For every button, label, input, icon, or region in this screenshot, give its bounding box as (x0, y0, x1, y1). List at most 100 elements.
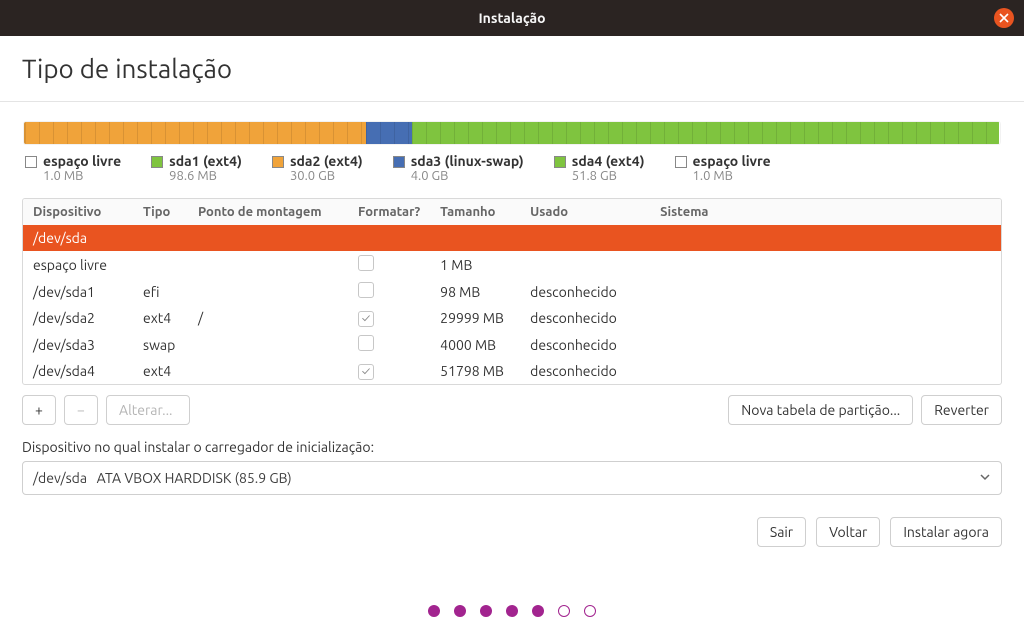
partition-bar (23, 121, 1001, 145)
legend-size: 4.0 GB (411, 169, 524, 183)
legend-item: espaço livre1.0 MB (675, 153, 771, 183)
legend-item: sda3 (linux-swap)4.0 GB (393, 153, 524, 183)
col-system[interactable]: Sistema (650, 199, 1001, 225)
legend-name: sda2 (ext4) (290, 153, 363, 169)
progress-dot (454, 605, 466, 617)
bootloader-select-value: /dev/sda ATA VBOX HARDDISK (85.9 GB) (33, 470, 292, 486)
legend-size: 98.6 MB (169, 169, 242, 183)
progress-dot (480, 605, 492, 617)
cell-used: desconhecido (520, 305, 650, 331)
cell-device: espaço livre (23, 251, 133, 278)
cell-system (650, 358, 1001, 384)
chevron-down-icon (979, 470, 991, 486)
cell-type: ext4 (133, 305, 188, 331)
legend-name: sda4 (ext4) (572, 153, 645, 169)
add-partition-button[interactable]: + (22, 395, 56, 425)
cell-system (650, 331, 1001, 358)
legend-swatch (393, 156, 405, 168)
bootloader-label: Dispositivo no qual instalar o carregado… (22, 439, 1002, 455)
cell-size: 98 MB (430, 278, 520, 305)
cell-format (348, 331, 430, 358)
legend-item: sda4 (ext4)51.8 GB (554, 153, 645, 183)
format-checkbox[interactable] (358, 282, 374, 298)
install-now-button[interactable]: Instalar agora (890, 517, 1002, 547)
change-partition-button[interactable]: Alterar... (106, 395, 190, 425)
legend-size: 51.8 GB (572, 169, 645, 183)
cell-used: desconhecido (520, 358, 650, 384)
legend-name: sda3 (linux-swap) (411, 153, 524, 169)
partition-legend: espaço livre1.0 MB sda1 (ext4)98.6 MB sda2… (23, 145, 1001, 197)
partition-segment[interactable] (366, 122, 412, 144)
col-type[interactable]: Tipo (133, 199, 188, 225)
cell-mount (188, 358, 348, 384)
cell-used (520, 225, 650, 251)
cell-device: /dev/sda1 (23, 278, 133, 305)
cell-device: /dev/sda (23, 225, 133, 251)
cell-system (650, 305, 1001, 331)
legend-item: sda1 (ext4)98.6 MB (151, 153, 242, 183)
format-checkbox[interactable] (358, 311, 374, 327)
legend-item: sda2 (ext4)30.0 GB (272, 153, 363, 183)
table-row[interactable]: /dev/sda2ext4/29999 MBdesconhecido (23, 305, 1001, 331)
legend-swatch (272, 156, 284, 168)
col-used[interactable]: Usado (520, 199, 650, 225)
col-device[interactable]: Dispositivo (23, 199, 133, 225)
progress-dot (532, 605, 544, 617)
bootloader-select[interactable]: /dev/sda ATA VBOX HARDDISK (85.9 GB) (22, 461, 1002, 495)
window-titlebar: Instalação (0, 0, 1024, 36)
format-checkbox[interactable] (358, 364, 374, 380)
cell-used (520, 251, 650, 278)
cell-format (348, 305, 430, 331)
progress-dot (428, 605, 440, 617)
cell-type: ext4 (133, 358, 188, 384)
cell-mount (188, 225, 348, 251)
cell-size: 51798 MB (430, 358, 520, 384)
table-header-row: Dispositivo Tipo Ponto de montagem Forma… (23, 199, 1001, 225)
col-mount[interactable]: Ponto de montagem (188, 199, 348, 225)
cell-size: 29999 MB (430, 305, 520, 331)
page-title: Tipo de instalação (22, 54, 1002, 83)
back-button[interactable]: Voltar (816, 517, 880, 547)
table-row[interactable]: /dev/sda1efi98 MBdesconhecido (23, 278, 1001, 305)
cell-mount (188, 251, 348, 278)
legend-swatch (675, 156, 687, 168)
cell-size: 1 MB (430, 251, 520, 278)
cell-size: 4000 MB (430, 331, 520, 358)
cell-format (348, 358, 430, 384)
cell-size (430, 225, 520, 251)
format-checkbox[interactable] (358, 335, 374, 351)
cell-format (348, 225, 430, 251)
progress-dot (584, 605, 596, 617)
col-format[interactable]: Formatar? (348, 199, 430, 225)
format-checkbox[interactable] (358, 255, 374, 271)
cell-system (650, 225, 1001, 251)
cell-type (133, 251, 188, 278)
legend-name: espaço livre (43, 153, 121, 169)
legend-swatch (25, 156, 37, 168)
revert-button[interactable]: Reverter (921, 395, 1002, 425)
cell-mount (188, 278, 348, 305)
cell-used: desconhecido (520, 331, 650, 358)
partition-table: Dispositivo Tipo Ponto de montagem Forma… (22, 198, 1002, 385)
table-row[interactable]: /dev/sda4ext451798 MBdesconhecido (23, 358, 1001, 384)
partition-segment[interactable] (25, 122, 366, 144)
close-button[interactable] (994, 8, 1014, 28)
legend-size: 30.0 GB (290, 169, 363, 183)
table-row[interactable]: /dev/sda (23, 225, 1001, 251)
divider (0, 101, 1024, 102)
table-row[interactable]: /dev/sda3swap4000 MBdesconhecido (23, 331, 1001, 358)
cell-type: swap (133, 331, 188, 358)
col-size[interactable]: Tamanho (430, 199, 520, 225)
cell-system (650, 278, 1001, 305)
partition-segment[interactable] (412, 122, 1000, 144)
legend-swatch (554, 156, 566, 168)
progress-dot (558, 605, 570, 617)
window-title: Instalação (478, 10, 545, 26)
cell-mount: / (188, 305, 348, 331)
table-row[interactable]: espaço livre 1 MB (23, 251, 1001, 278)
remove-partition-button[interactable]: − (64, 395, 98, 425)
quit-button[interactable]: Sair (757, 517, 806, 547)
new-partition-table-button[interactable]: Nova tabela de partição... (728, 395, 913, 425)
cell-format (348, 251, 430, 278)
cell-type: efi (133, 278, 188, 305)
